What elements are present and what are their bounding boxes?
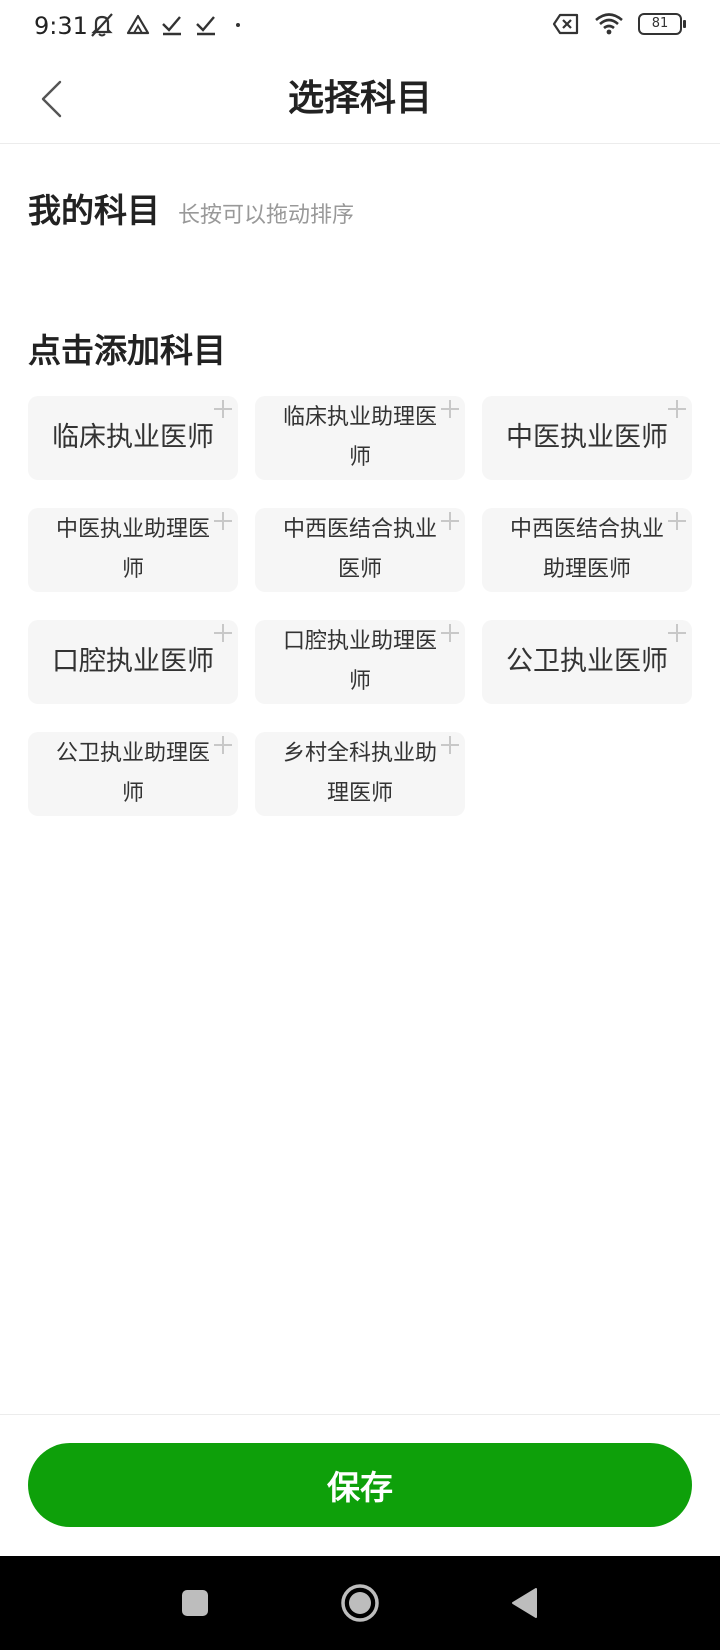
subject-chip-label: 中西医结合执业医师 — [282, 517, 437, 582]
subject-chip-label: 临床执业医师 — [52, 422, 214, 453]
wifi-icon — [595, 13, 623, 35]
check-icon — [162, 16, 181, 36]
save-button[interactable]: 保存 — [28, 1443, 692, 1527]
subject-chip[interactable]: 中西医结合执业助理医师 — [482, 508, 692, 592]
plus-icon — [214, 400, 232, 418]
add-subjects-header: 点击添加科目 — [28, 324, 226, 372]
status-time: 9:31 — [34, 12, 88, 40]
plus-icon — [441, 512, 459, 530]
plus-icon — [214, 624, 232, 642]
nav-bar: 选择科目 — [0, 54, 720, 144]
subject-chip-label: 中西医结合执业助理医师 — [509, 517, 664, 582]
square-icon — [182, 1590, 208, 1616]
subject-chip-label: 临床执业助理医师 — [282, 405, 437, 470]
page-title: 选择科目 — [287, 78, 432, 119]
subject-chip[interactable]: 公卫执业医师 — [482, 620, 692, 704]
add-subjects-title: 点击添加科目 — [28, 331, 226, 370]
my-subjects-hint: 长按可以拖动排序 — [178, 203, 355, 228]
subject-chip-label: 乡村全科执业助理医师 — [282, 741, 437, 806]
screen: 9:31 81 选择科目 我的科目 长按可以拖动排序 点击添加科目 临床执业医师… — [0, 0, 720, 1650]
plus-icon — [214, 512, 232, 530]
subject-chip[interactable]: 中西医结合执业医师 — [255, 508, 465, 592]
subject-chip[interactable]: 临床执业助理医师 — [255, 396, 465, 480]
subject-chip[interactable]: 中医执业助理医师 — [28, 508, 238, 592]
subject-chip-label: 公卫执业助理医师 — [55, 741, 210, 806]
plus-icon — [668, 400, 686, 418]
mute-icon — [91, 13, 113, 37]
plus-icon — [668, 512, 686, 530]
subject-chip[interactable]: 公卫执业助理医师 — [28, 732, 238, 816]
dot-icon — [236, 23, 240, 27]
no-sim-icon — [552, 13, 579, 35]
subject-chip-label: 口腔执业医师 — [52, 646, 214, 677]
chevron-left-icon — [41, 80, 62, 118]
subject-grid: 临床执业医师 临床执业助理医师 中医执业医师 中医执业助理医师 中西医结合执业医… — [28, 396, 692, 816]
plus-icon — [214, 736, 232, 754]
battery-level: 81 — [651, 16, 669, 31]
subject-chip[interactable]: 中医执业医师 — [482, 396, 692, 480]
my-subjects-header: 我的科目 长按可以拖动排序 — [28, 184, 354, 232]
status-left-icons — [88, 12, 248, 38]
subject-chip-label: 中医执业助理医师 — [55, 517, 210, 582]
subject-chip[interactable]: 口腔执业助理医师 — [255, 620, 465, 704]
recent-apps-button[interactable] — [145, 1556, 245, 1650]
drive-icon — [126, 14, 150, 35]
back-system-button[interactable] — [474, 1556, 574, 1650]
battery-icon: 81 — [638, 13, 686, 35]
subject-chip[interactable]: 口腔执业医师 — [28, 620, 238, 704]
bottom-bar: 保存 — [0, 1414, 720, 1556]
back-button[interactable] — [26, 74, 76, 124]
check-icon — [196, 16, 215, 36]
my-subjects-title: 我的科目 — [28, 191, 160, 230]
plus-icon — [441, 400, 459, 418]
system-nav-bar — [0, 1556, 720, 1650]
plus-icon — [441, 736, 459, 754]
subject-chip-label: 公卫执业医师 — [506, 646, 668, 677]
subject-chip[interactable]: 乡村全科执业助理医师 — [255, 732, 465, 816]
subject-chip-label: 中医执业医师 — [506, 422, 668, 453]
circle-icon — [341, 1584, 379, 1622]
status-bar: 9:31 81 — [0, 0, 720, 54]
plus-icon — [441, 624, 459, 642]
subject-chip[interactable]: 临床执业医师 — [28, 396, 238, 480]
triangle-back-icon — [512, 1588, 537, 1618]
home-button[interactable] — [310, 1556, 410, 1650]
subject-chip-label: 口腔执业助理医师 — [282, 629, 437, 694]
plus-icon — [668, 624, 686, 642]
status-right-icons: 81 — [552, 12, 686, 36]
